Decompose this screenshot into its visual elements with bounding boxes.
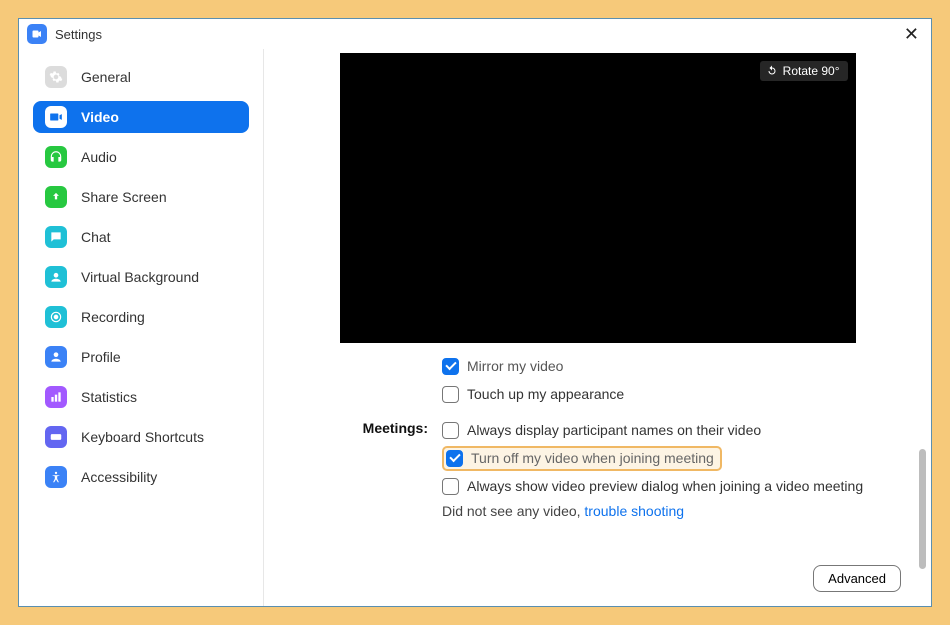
content-pane: Rotate 90° Mirror my video Touch up my a… — [264, 49, 931, 606]
titlebar: Settings ✕ — [19, 19, 931, 49]
scrollbar-thumb[interactable] — [919, 449, 926, 569]
video-preview: Rotate 90° — [340, 53, 856, 343]
option-turn-off-video-on-join[interactable]: Turn off my video when joining meeting — [442, 445, 907, 471]
zoom-app-icon — [27, 24, 47, 44]
settings-window: Settings ✕ General Video Audio Share Scr… — [18, 18, 932, 607]
sidebar-item-label: Virtual Background — [81, 269, 199, 285]
section-spacer — [346, 353, 442, 356]
checkbox-checked-icon[interactable] — [442, 358, 459, 375]
chat-icon — [45, 226, 67, 248]
checkbox-checked-icon[interactable] — [446, 450, 463, 467]
sidebar-item-accessibility[interactable]: Accessibility — [33, 461, 249, 493]
video-options: Mirror my video Touch up my appearance M… — [288, 353, 907, 519]
sidebar: General Video Audio Share Screen Chat Vi… — [19, 49, 264, 606]
option-show-preview-dialog[interactable]: Always show video preview dialog when jo… — [442, 473, 907, 499]
option-label: Turn off my video when joining meeting — [471, 450, 714, 466]
option-label: Always show video preview dialog when jo… — [467, 478, 863, 494]
rotate-label: Rotate 90° — [783, 64, 840, 78]
sidebar-item-recording[interactable]: Recording — [33, 301, 249, 333]
close-button[interactable]: ✕ — [900, 25, 923, 43]
troubleshoot-hint: Did not see any video, trouble shooting — [442, 503, 907, 519]
sidebar-item-label: Keyboard Shortcuts — [81, 429, 204, 445]
gear-icon — [45, 66, 67, 88]
share-screen-icon — [45, 186, 67, 208]
record-icon — [45, 306, 67, 328]
sidebar-item-video[interactable]: Video — [33, 101, 249, 133]
option-touch-up-appearance[interactable]: Touch up my appearance — [442, 381, 907, 407]
person-icon — [45, 346, 67, 368]
rotate-icon — [766, 65, 778, 77]
accessibility-icon — [45, 466, 67, 488]
checkbox-icon[interactable] — [442, 422, 459, 439]
sidebar-item-label: Share Screen — [81, 189, 167, 205]
sidebar-item-general[interactable]: General — [33, 61, 249, 93]
window-body: General Video Audio Share Screen Chat Vi… — [19, 49, 931, 606]
meetings-section-label: Meetings: — [346, 417, 442, 436]
checkbox-icon[interactable] — [442, 386, 459, 403]
option-label: Touch up my appearance — [467, 386, 624, 402]
option-display-participant-names[interactable]: Always display participant names on thei… — [442, 417, 907, 443]
headphones-icon — [45, 146, 67, 168]
sidebar-item-keyboard-shortcuts[interactable]: Keyboard Shortcuts — [33, 421, 249, 453]
user-bg-icon — [45, 266, 67, 288]
video-icon — [45, 106, 67, 128]
option-label: Always display participant names on thei… — [467, 422, 761, 438]
sidebar-item-audio[interactable]: Audio — [33, 141, 249, 173]
checkbox-icon[interactable] — [442, 478, 459, 495]
sidebar-item-virtual-background[interactable]: Virtual Background — [33, 261, 249, 293]
sidebar-item-label: Recording — [81, 309, 145, 325]
bar-chart-icon — [45, 386, 67, 408]
hint-text: Did not see any video, — [442, 503, 584, 519]
scrollbar[interactable] — [917, 49, 927, 606]
sidebar-item-profile[interactable]: Profile — [33, 341, 249, 373]
sidebar-item-label: General — [81, 69, 131, 85]
sidebar-item-label: Video — [81, 109, 119, 125]
sidebar-item-label: Profile — [81, 349, 121, 365]
sidebar-item-label: Statistics — [81, 389, 137, 405]
sidebar-item-statistics[interactable]: Statistics — [33, 381, 249, 413]
sidebar-item-chat[interactable]: Chat — [33, 221, 249, 253]
sidebar-item-label: Audio — [81, 149, 117, 165]
advanced-button[interactable]: Advanced — [813, 565, 901, 592]
sidebar-item-label: Chat — [81, 229, 111, 245]
option-mirror-my-video[interactable]: Mirror my video — [442, 353, 907, 379]
window-title: Settings — [55, 27, 102, 42]
option-label: Mirror my video — [467, 358, 563, 374]
keyboard-icon — [45, 426, 67, 448]
troubleshoot-link[interactable]: trouble shooting — [584, 503, 684, 519]
sidebar-item-share-screen[interactable]: Share Screen — [33, 181, 249, 213]
rotate-90-button[interactable]: Rotate 90° — [760, 61, 848, 81]
sidebar-item-label: Accessibility — [81, 469, 157, 485]
highlight-box: Turn off my video when joining meeting — [442, 446, 722, 471]
